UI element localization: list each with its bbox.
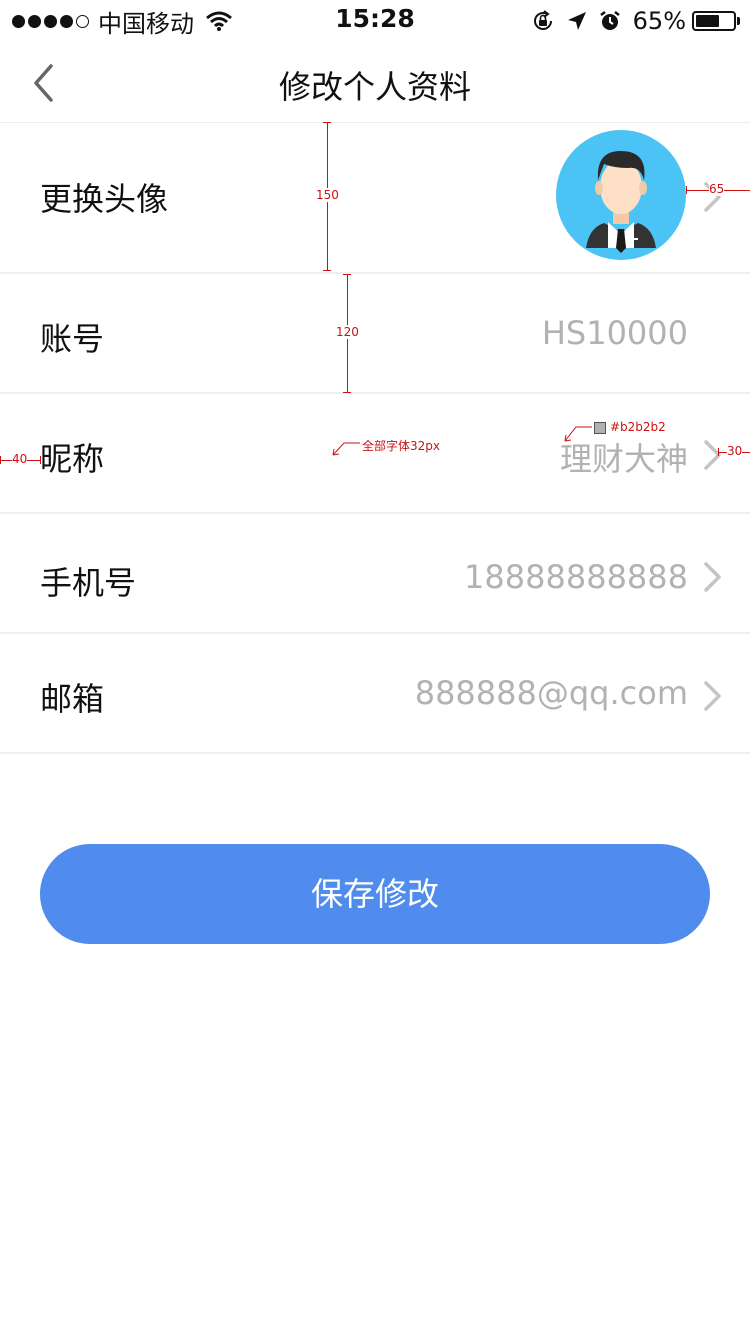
battery-tip xyxy=(737,17,740,25)
change-avatar-row[interactable]: 更换头像 xyxy=(0,122,750,274)
account-row: 账号 HS10000 xyxy=(0,274,750,394)
phone-value: 18888888888 xyxy=(464,558,688,596)
alarm-icon xyxy=(599,11,620,30)
measure-tick xyxy=(343,392,351,393)
save-button[interactable]: 保存修改 xyxy=(40,844,710,944)
avatar[interactable] xyxy=(556,130,686,260)
color-note: #b2b2b2 xyxy=(610,420,666,434)
email-label: 邮箱 xyxy=(40,680,105,718)
account-label: 账号 xyxy=(40,320,105,358)
measure-tick xyxy=(40,456,41,464)
nickname-label: 昵称 xyxy=(40,440,105,478)
row-height-label: 120 xyxy=(336,325,359,339)
avatar-margin-label: 65 xyxy=(709,182,725,196)
phone-label: 手机号 xyxy=(40,564,137,602)
font-size-note: 全部字体32px xyxy=(362,439,440,453)
color-swatch xyxy=(594,422,606,434)
left-margin-label: 40 xyxy=(12,452,28,466)
annotation-arrow-icon xyxy=(332,442,360,456)
email-value: 888888@qq.com xyxy=(414,674,688,712)
battery-icon xyxy=(692,11,736,31)
chevron-right-icon xyxy=(704,681,721,711)
battery-level xyxy=(696,15,720,27)
location-icon xyxy=(567,12,586,30)
measure-tick xyxy=(323,270,331,271)
battery-percent: 65% xyxy=(632,7,686,35)
annotation-arrow-icon xyxy=(564,426,592,442)
page-title: 修改个人资料 xyxy=(278,68,471,106)
chevron-right-icon xyxy=(704,440,721,470)
right-margin-label: 30 xyxy=(727,444,743,458)
nickname-row[interactable]: 昵称 理财大神 xyxy=(0,394,750,514)
account-value: HS10000 xyxy=(541,314,688,352)
nav-bar: 修改个人资料 xyxy=(0,40,750,123)
avatar-row-height-label: 150 xyxy=(316,188,339,202)
email-row[interactable]: 邮箱 888888@qq.com xyxy=(0,634,750,754)
status-bar: 中国移动 15:28 65% xyxy=(0,0,750,40)
rotation-lock-icon xyxy=(533,10,552,30)
avatar-label: 更换头像 xyxy=(40,180,169,218)
user-avatar-icon xyxy=(586,150,656,253)
phone-row[interactable]: 手机号 18888888888 xyxy=(0,514,750,634)
chevron-right-icon xyxy=(704,562,721,592)
status-right: 65% xyxy=(519,6,740,36)
